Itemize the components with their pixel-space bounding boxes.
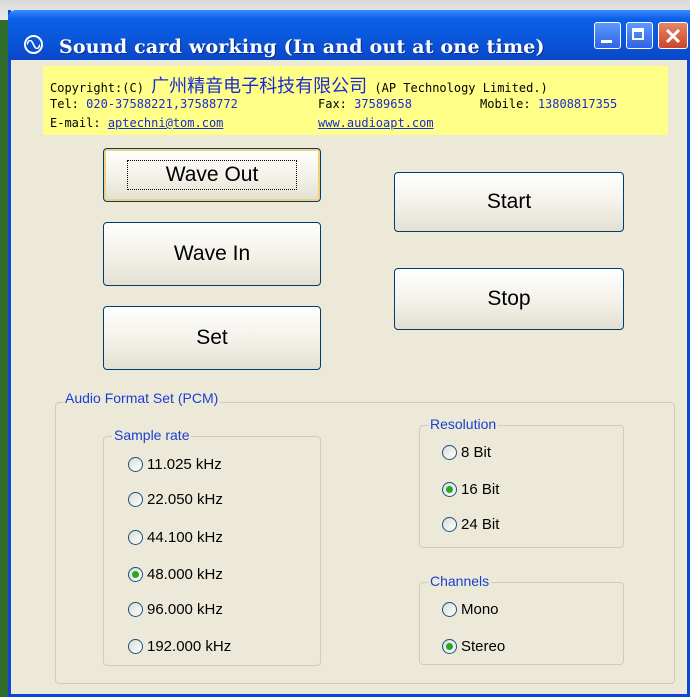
close-icon[interactable] — [658, 22, 688, 49]
wave-in-label: Wave In — [173, 242, 251, 265]
radio-circle-icon — [128, 602, 143, 617]
channels-option[interactable]: Mono — [442, 601, 499, 618]
window-title: Sound card working (In and out at one ti… — [59, 36, 545, 58]
maximize-icon[interactable] — [626, 22, 653, 49]
resolution-label: 24 Bit — [461, 516, 500, 533]
sample-rate-option[interactable]: 192.000 kHz — [128, 638, 231, 655]
title-bar[interactable]: Sound card working (In and out at one ti… — [8, 10, 690, 60]
radio-circle-icon — [128, 492, 143, 507]
channels-title: Channels — [428, 573, 492, 589]
sample-rate-option[interactable]: 11.025 kHz — [128, 456, 222, 473]
resolution-option[interactable]: 24 Bit — [442, 516, 499, 533]
company-info-panel: Copyright:(C) 广州精音电子科技有限公司 (AP Technolog… — [43, 66, 668, 135]
sample-rate-option-selected[interactable]: 48.000 kHz — [128, 566, 223, 583]
stop-button[interactable]: Stop — [394, 268, 624, 330]
resolution-title: Resolution — [428, 416, 499, 432]
radio-circle-icon — [442, 445, 457, 460]
radio-checked-icon — [442, 482, 457, 497]
sample-rate-title: Sample rate — [112, 427, 192, 443]
radio-circle-icon — [442, 517, 457, 532]
fax-label: Fax: — [318, 97, 347, 111]
tel-label: Tel: — [50, 97, 79, 111]
wave-out-label: Wave Out — [126, 160, 298, 190]
fax-value: 37589658 — [354, 97, 412, 111]
sine-wave-icon — [24, 35, 43, 54]
start-button[interactable]: Start — [394, 172, 624, 232]
sample-rate-label: 48.000 kHz — [147, 566, 223, 583]
minimize-icon[interactable] — [594, 22, 621, 49]
email-label: E-mail: — [50, 116, 101, 130]
sample-rate-option[interactable]: 96.000 kHz — [128, 601, 223, 618]
channels-label: Stereo — [461, 638, 506, 655]
channels-label: Mono — [461, 601, 499, 618]
start-label: Start — [486, 190, 532, 213]
sample-rate-label: 22.050 kHz — [147, 491, 223, 508]
sample-rate-label: 44.100 kHz — [147, 529, 223, 546]
stop-label: Stop — [487, 287, 531, 310]
sample-rate-label: 192.000 kHz — [147, 638, 232, 655]
radio-checked-icon — [442, 639, 457, 654]
sample-rate-label: 96.000 kHz — [147, 601, 223, 618]
audio-format-title: Audio Format Set (PCM) — [63, 390, 221, 406]
resolution-label: 16 Bit — [461, 481, 500, 498]
company-name-en: (AP Technology Limited.) — [374, 81, 548, 95]
mobile-value: 13808817355 — [537, 97, 618, 111]
resolution-option[interactable]: 8 Bit — [442, 444, 491, 461]
website-link[interactable]: www.audioapt.com — [318, 116, 434, 130]
sample-rate-label: 11.025 kHz — [147, 456, 222, 473]
sample-rate-option[interactable]: 44.100 kHz — [128, 529, 223, 546]
resolution-option-selected[interactable]: 16 Bit — [442, 481, 499, 498]
radio-circle-icon — [442, 602, 457, 617]
mobile-label: Mobile: — [480, 97, 531, 111]
sample-rate-option[interactable]: 22.050 kHz — [128, 491, 223, 508]
radio-checked-icon — [128, 567, 143, 582]
set-label: Set — [196, 326, 228, 349]
email-link[interactable]: aptechni@tom.com — [108, 116, 224, 130]
company-name-cn: 广州精音电子科技有限公司 — [151, 76, 368, 97]
tel-value: 020-37588221,37588772 — [86, 97, 238, 111]
wave-out-button[interactable]: Wave Out — [103, 148, 321, 202]
set-button[interactable]: Set — [103, 306, 321, 370]
resolution-label: 8 Bit — [461, 444, 492, 461]
radio-circle-icon — [128, 530, 143, 545]
copyright-label: Copyright:(C) — [50, 81, 144, 95]
radio-circle-icon — [128, 457, 143, 472]
channels-option-selected[interactable]: Stereo — [442, 638, 505, 655]
wave-in-button[interactable]: Wave In — [103, 222, 321, 286]
radio-circle-icon — [128, 639, 143, 654]
